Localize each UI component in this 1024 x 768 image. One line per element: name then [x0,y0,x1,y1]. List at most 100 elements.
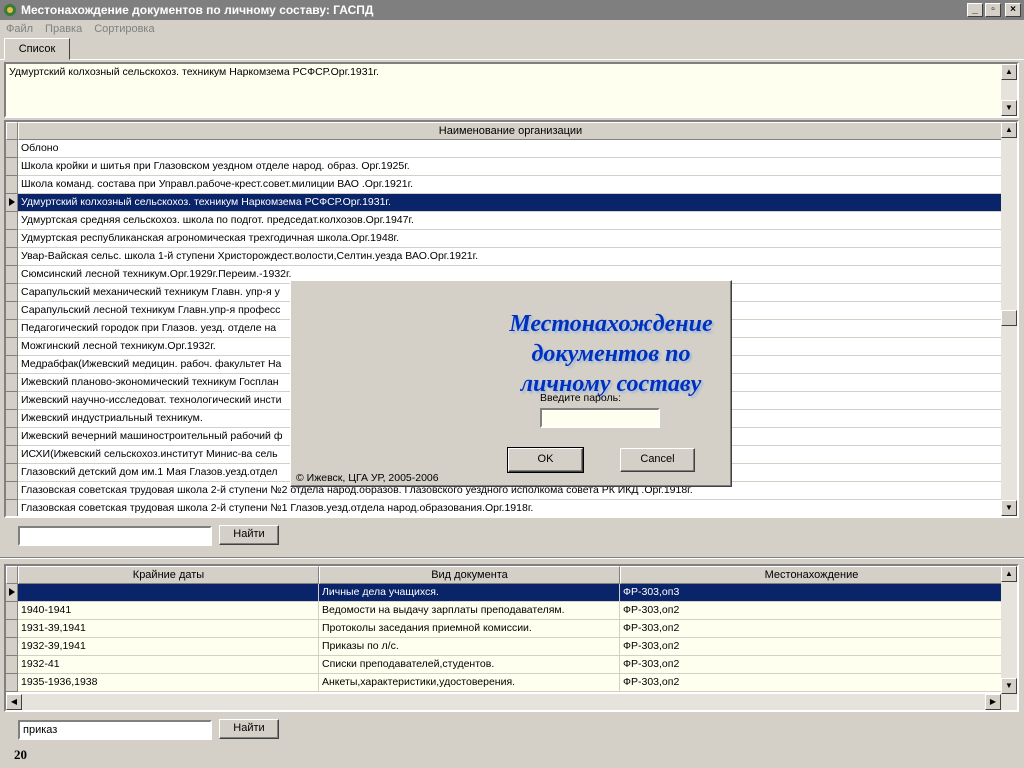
org-search-button[interactable]: Найти [219,525,279,545]
row-indicator[interactable] [6,338,18,356]
doc-location-cell: ФР-303,оп3 [620,584,1003,601]
scroll-down-icon[interactable]: ▼ [1001,100,1017,116]
row-indicator[interactable] [6,176,18,194]
current-row-arrow-icon[interactable] [6,194,18,212]
row-indicator[interactable] [6,248,18,266]
doc-location-cell: ФР-303,оп2 [620,638,1003,655]
doc-type-header[interactable]: Вид документа [319,566,620,584]
org-row[interactable]: Школа команд. состава при Управл.рабоче-… [18,176,1003,194]
row-indicator[interactable] [6,212,18,230]
memo-scrollbar[interactable]: ▲ ▼ [1001,64,1017,116]
row-indicator[interactable] [6,482,18,500]
doc-row[interactable]: Личные дела учащихся. ФР-303,оп3 [18,584,1003,602]
doc-dates-cell: 1931-39,1941 [18,620,319,637]
doc-row[interactable]: 1940-1941 Ведомости на выдачу зарплаты пр… [18,602,1003,620]
row-indicator[interactable] [6,230,18,248]
row-indicator[interactable] [6,266,18,284]
menu-file[interactable]: Файл [0,23,39,35]
dialog-title-line: Местонахождение [509,311,713,337]
window-title: Местонахождение документов по личному со… [21,3,374,17]
doc-dates-cell: 1935-1936,1938 [18,674,319,691]
scroll-down-icon[interactable]: ▼ [1001,500,1017,516]
doc-search-input[interactable]: приказ [18,720,212,740]
org-row[interactable]: Облоно [18,140,1003,158]
row-indicator[interactable] [6,284,18,302]
dialog-title-line: документов по [531,341,691,367]
org-row[interactable]: Школа кройки и шитья при Глазовском уезд… [18,158,1003,176]
row-indicator[interactable] [6,158,18,176]
menu-bar: Файл Правка Сортировка [0,20,161,38]
org-row[interactable]: Удмуртская средняя сельскохоз. школа по … [18,212,1003,230]
app-icon [3,3,17,17]
scroll-up-icon[interactable]: ▲ [1001,64,1017,80]
row-indicator[interactable] [6,620,18,638]
doc-location-cell: ФР-303,оп2 [620,656,1003,673]
dates-header[interactable]: Крайние даты [18,566,319,584]
doc-type-cell: Приказы по л/с. [319,638,620,655]
row-indicator[interactable] [6,674,18,692]
doc-row[interactable]: 1931-39,1941 Протоколы заседания приемной… [18,620,1003,638]
ok-button[interactable]: OK [507,447,584,473]
password-input[interactable] [540,408,660,428]
doc-row[interactable]: 1935-1936,1938 Анкеты,характеристики,удос… [18,674,1003,692]
close-button[interactable]: × [1005,3,1021,17]
scroll-thumb[interactable] [1001,310,1017,326]
row-indicator[interactable] [6,392,18,410]
row-indicator[interactable] [6,428,18,446]
doc-row[interactable]: 1932-41 Списки преподавателей,студентов. Ф… [18,656,1003,674]
cancel-button[interactable]: Cancel [620,448,695,472]
doc-search-button[interactable]: Найти [219,719,279,739]
doc-type-cell: Анкеты,характеристики,удостоверения. [319,674,620,691]
selected-org-memo[interactable]: Удмуртский колхозный сельскохоз. технику… [4,62,1019,118]
doc-dates-cell: 1940-1941 [18,602,319,619]
doc-row[interactable]: 1932-39,1941 Приказы по л/с. ФР-303,оп2 [18,638,1003,656]
row-indicator[interactable] [6,356,18,374]
memo-text: Удмуртский колхозный сельскохоз. технику… [9,66,379,78]
doc-dates-cell: 1932-41 [18,656,319,673]
tab-strip: Список [0,38,1024,60]
row-indicator[interactable] [6,500,18,516]
maximize-button[interactable]: ▫ [985,3,1001,17]
org-row[interactable]: Глазовская советская трудовая школа 2-й … [18,500,1003,516]
splitter[interactable] [0,557,1024,559]
current-row-arrow-icon[interactable] [6,584,18,602]
row-indicator[interactable] [6,464,18,482]
documents-grid[interactable]: Крайние даты Вид документа Местонахожден… [4,564,1019,712]
row-indicator[interactable] [6,602,18,620]
doc-type-cell: Личные дела учащихся. [319,584,620,601]
scroll-up-icon[interactable]: ▲ [1001,122,1017,138]
password-label: Введите пароль: [540,392,622,404]
row-indicator[interactable] [6,302,18,320]
org-search-input[interactable] [18,526,212,546]
org-row[interactable]: Удмуртская республиканская агрономическа… [18,230,1003,248]
doc-grid-hscrollbar[interactable]: ◀ ▶ [6,694,1017,710]
tab-list[interactable]: Список [4,38,70,60]
org-row[interactable]: Удмуртский колхозный сельскохоз. технику… [18,194,1003,212]
row-indicator[interactable] [6,374,18,392]
doc-location-cell: ФР-303,оп2 [620,674,1003,691]
menu-sort[interactable]: Сортировка [88,23,160,35]
scroll-up-icon[interactable]: ▲ [1001,566,1017,582]
scroll-right-icon[interactable]: ▶ [985,694,1001,710]
menu-edit[interactable]: Правка [39,23,88,35]
org-grid-scrollbar[interactable]: ▲ ▼ [1001,122,1017,516]
location-header[interactable]: Местонахождение [620,566,1003,584]
scroll-left-icon[interactable]: ◀ [6,694,22,710]
row-indicator[interactable] [6,656,18,674]
doc-dates-cell [18,584,319,601]
minimize-button[interactable]: _ [967,3,983,17]
row-indicator-column [6,584,18,692]
row-indicator[interactable] [6,320,18,338]
org-name-header[interactable]: Наименование организации [18,122,1003,140]
scroll-down-icon[interactable]: ▼ [1001,678,1017,694]
password-dialog: Местонахождение документов по личному со… [290,280,732,487]
doc-rows: Личные дела учащихся. ФР-303,оп3 1940-1941… [18,584,1003,692]
record-count: 20 [14,747,27,762]
row-indicator[interactable] [6,140,18,158]
row-indicator[interactable] [6,446,18,464]
indicator-header [6,122,18,140]
row-indicator[interactable] [6,638,18,656]
org-row[interactable]: Увар-Вайская сельс. школа 1-й ступени Хр… [18,248,1003,266]
doc-grid-scrollbar[interactable]: ▲ ▼ [1001,566,1017,694]
row-indicator[interactable] [6,410,18,428]
